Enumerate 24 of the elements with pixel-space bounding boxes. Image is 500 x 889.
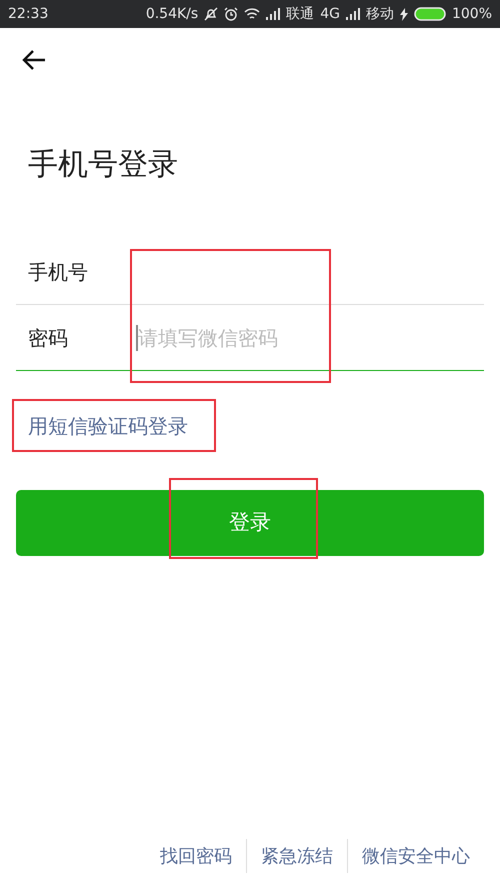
field-label: 手机号 xyxy=(27,258,89,286)
footer-link[interactable]: 找回密码 xyxy=(160,842,232,870)
sms-login-link[interactable]: 用短信验证码登录 xyxy=(12,410,188,440)
carrier-name: 移动 xyxy=(366,4,394,24)
field-label: 密码 xyxy=(27,324,69,352)
charging-icon xyxy=(400,8,408,20)
clock: 22:33 xyxy=(8,4,48,24)
page-title: 手机号登录 xyxy=(27,146,179,184)
alarm-icon xyxy=(224,7,238,21)
back-arrow-icon xyxy=(22,49,46,71)
wifi-icon xyxy=(244,8,260,20)
carrier-name: 联通 xyxy=(286,4,314,24)
signal-icon xyxy=(346,8,360,20)
signal-icon xyxy=(266,8,280,20)
text-cursor xyxy=(136,324,138,350)
network-speed: 0.54K/s xyxy=(146,4,198,24)
network-type: 4G xyxy=(320,4,340,24)
login-button[interactable]: 登录 xyxy=(16,490,484,556)
battery-icon xyxy=(414,7,446,21)
footer-link[interactable]: 紧急冻结 xyxy=(261,842,333,870)
muted-bell-icon xyxy=(204,7,218,21)
footer-link[interactable]: 微信安全中心 xyxy=(362,842,470,870)
battery-level: 100% xyxy=(452,4,492,24)
input-field[interactable]: 请填写微信密码 xyxy=(138,305,484,370)
